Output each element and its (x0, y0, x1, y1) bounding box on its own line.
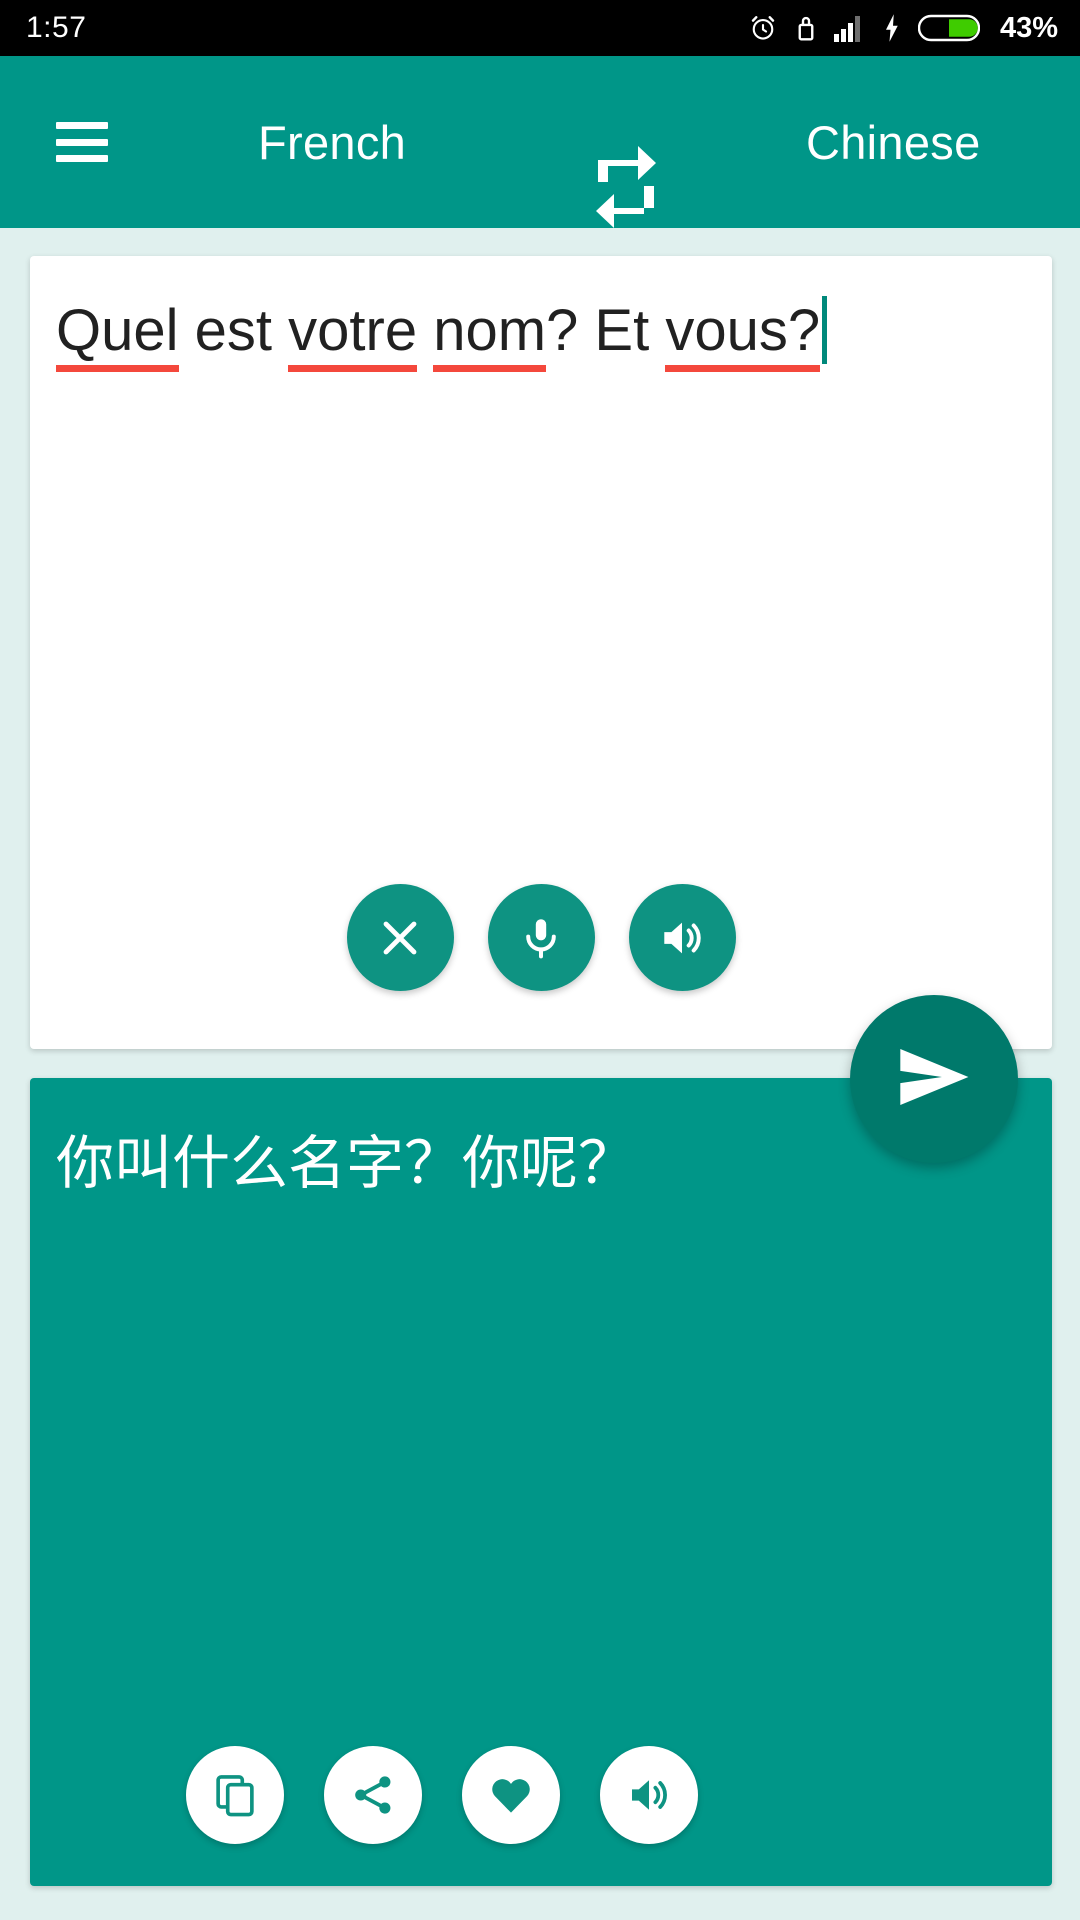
send-icon (891, 1034, 977, 1125)
share-button[interactable] (324, 1746, 422, 1844)
hamburger-line (56, 122, 108, 129)
clear-button[interactable] (346, 884, 454, 991)
speak-output-button[interactable] (600, 1746, 698, 1844)
microphone-button[interactable] (487, 884, 595, 991)
copy-button[interactable] (186, 1746, 284, 1844)
close-icon (376, 914, 424, 962)
swap-languages-icon[interactable] (592, 144, 660, 228)
source-word (649, 298, 665, 363)
status-clock: 1:57 (26, 11, 87, 44)
share-icon (350, 1772, 396, 1818)
lock-icon (795, 13, 817, 43)
misspelled-word: nom (433, 298, 547, 372)
target-language-button[interactable]: Chinese (806, 115, 981, 170)
battery-percent-label: 43% (999, 11, 1058, 44)
send-button[interactable] (850, 995, 1018, 1163)
app-bar: French Chinese (0, 56, 1080, 228)
source-word: est (194, 298, 273, 363)
source-word (272, 298, 288, 363)
microphone-icon (517, 914, 565, 962)
speaker-icon (657, 913, 707, 963)
source-word: ? (546, 298, 595, 363)
translation-actions (30, 1746, 1052, 1844)
misspelled-word: votre (288, 298, 418, 372)
charging-bolt-icon (883, 13, 901, 43)
misspelled-word: Quel (56, 298, 179, 372)
source-word: Et (594, 298, 650, 363)
alarm-clock-icon (748, 13, 778, 43)
text-caret (822, 296, 828, 364)
speak-input-button[interactable] (628, 884, 736, 991)
source-language-button[interactable]: French (258, 115, 406, 170)
favorite-button[interactable] (462, 1746, 560, 1844)
hamburger-menu-icon[interactable] (56, 122, 108, 162)
source-text-input[interactable]: Quel est votre nom? Et vous? (56, 296, 1032, 372)
heart-icon (488, 1772, 534, 1818)
battery-icon (917, 13, 980, 43)
misspelled-word: vous? (665, 298, 821, 372)
source-word (179, 298, 195, 363)
source-text-card[interactable]: Quel est votre nom? Et vous? (30, 256, 1052, 1049)
speaker-icon (625, 1771, 673, 1819)
copy-icon (212, 1772, 258, 1818)
hamburger-line (56, 155, 108, 162)
source-actions (30, 884, 1052, 991)
signal-bars-icon (833, 14, 866, 42)
status-bar: 1:57 43% (0, 0, 1080, 56)
hamburger-line (56, 138, 108, 146)
translated-text-card[interactable]: 你叫什么名字？你呢？ (30, 1078, 1052, 1886)
status-icons: 43% (748, 12, 1058, 45)
source-word (417, 298, 433, 363)
